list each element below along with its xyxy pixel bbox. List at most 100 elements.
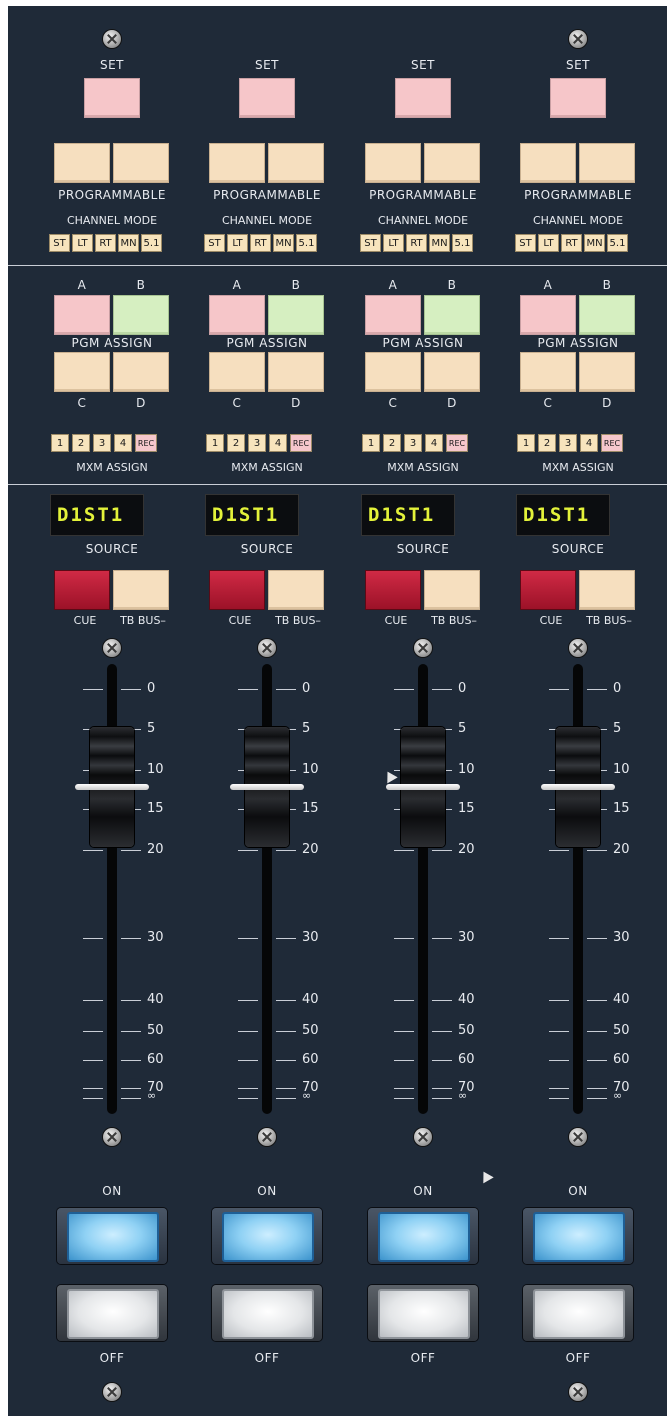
fader-scale-label: 20 <box>147 842 164 857</box>
mxm-assign-1-button[interactable]: 1 <box>51 434 69 452</box>
pgm-a-label: A <box>232 278 242 292</box>
cue-button[interactable] <box>520 570 576 610</box>
on-button[interactable] <box>212 1208 322 1264</box>
off-button[interactable] <box>368 1285 478 1341</box>
mxm-assign-4-button[interactable]: 4 <box>425 434 443 452</box>
mxm-assign-rec-button[interactable]: REC <box>135 434 157 452</box>
programmable-button-2[interactable] <box>268 143 324 183</box>
mxm-assign-2-button[interactable]: 2 <box>227 434 245 452</box>
mxm-assign-1-button[interactable]: 1 <box>517 434 535 452</box>
cue-button[interactable] <box>209 570 265 610</box>
pgm-assign-c-button[interactable] <box>209 352 265 392</box>
channel-mode-LT[interactable]: LT <box>383 234 404 252</box>
cue-button[interactable] <box>365 570 421 610</box>
programmable-button-1[interactable] <box>365 143 421 183</box>
fader-scale-label: 5 <box>458 721 467 736</box>
channel-mode-RT[interactable]: RT <box>561 234 582 252</box>
channel-mode-LT[interactable]: LT <box>227 234 248 252</box>
channel-mode-MN[interactable]: MN <box>273 234 294 252</box>
set-button[interactable] <box>239 78 295 118</box>
channel-mode-label: CHANNEL MODE <box>532 214 624 227</box>
tb-bus-button[interactable] <box>268 570 324 610</box>
channel-mode-51[interactable]: 5.1 <box>296 234 317 252</box>
programmable-button-2[interactable] <box>113 143 169 183</box>
pgm-assign-d-button[interactable] <box>424 352 480 392</box>
mxm-assign-1-button[interactable]: 1 <box>206 434 224 452</box>
off-label: OFF <box>565 1351 591 1365</box>
mxm-assign-1-button[interactable]: 1 <box>362 434 380 452</box>
pgm-assign-label: PGM ASSIGN <box>537 336 619 350</box>
channel-mode-MN[interactable]: MN <box>118 234 139 252</box>
fader-scale-label: 10 <box>458 762 475 777</box>
pgm-assign-d-button[interactable] <box>268 352 324 392</box>
off-button[interactable] <box>523 1285 633 1341</box>
tb-bus-button[interactable] <box>579 570 635 610</box>
on-button[interactable] <box>523 1208 633 1264</box>
set-label: SET <box>254 58 280 72</box>
channel-mode-MN[interactable]: MN <box>429 234 450 252</box>
mxm-assign-4-button[interactable]: 4 <box>580 434 598 452</box>
channel-mode-51[interactable]: 5.1 <box>607 234 628 252</box>
channel-mode-RT[interactable]: RT <box>95 234 116 252</box>
channel-mode-label: CHANNEL MODE <box>377 214 469 227</box>
mxm-assign-rec-button[interactable]: REC <box>601 434 623 452</box>
channel-mode-RT[interactable]: RT <box>406 234 427 252</box>
mxm-assign-4-button[interactable]: 4 <box>114 434 132 452</box>
pgm-assign-a-button[interactable] <box>520 295 576 335</box>
mxm-assign-3-button[interactable]: 3 <box>248 434 266 452</box>
fader-scale-label: 60 <box>147 1052 164 1067</box>
channel-mode-MN[interactable]: MN <box>584 234 605 252</box>
programmable-button-1[interactable] <box>54 143 110 183</box>
channel-mode-51[interactable]: 5.1 <box>452 234 473 252</box>
on-button[interactable] <box>368 1208 478 1264</box>
pgm-assign-b-button[interactable] <box>579 295 635 335</box>
pgm-assign-a-button[interactable] <box>209 295 265 335</box>
set-button[interactable] <box>84 78 140 118</box>
channel-mode-ST[interactable]: ST <box>360 234 381 252</box>
pgm-assign-d-button[interactable] <box>113 352 169 392</box>
mxm-assign-rec-button[interactable]: REC <box>446 434 468 452</box>
pgm-assign-d-button[interactable] <box>579 352 635 392</box>
off-button[interactable] <box>57 1285 167 1341</box>
mxm-assign-3-button[interactable]: 3 <box>404 434 422 452</box>
channel-mode-RT[interactable]: RT <box>250 234 271 252</box>
pgm-assign-b-button[interactable] <box>424 295 480 335</box>
pgm-assign-b-button[interactable] <box>268 295 324 335</box>
pgm-assign-c-button[interactable] <box>54 352 110 392</box>
pgm-assign-a-button[interactable] <box>365 295 421 335</box>
tb-bus-label: TB BUS– <box>120 614 166 627</box>
on-label: ON <box>413 1184 433 1198</box>
pgm-assign-c-button[interactable] <box>365 352 421 392</box>
pgm-assign-label: PGM ASSIGN <box>226 336 308 350</box>
programmable-button-2[interactable] <box>579 143 635 183</box>
channel-mode-LT[interactable]: LT <box>538 234 559 252</box>
pgm-assign-c-button[interactable] <box>520 352 576 392</box>
cue-button[interactable] <box>54 570 110 610</box>
channel-mode-ST[interactable]: ST <box>49 234 70 252</box>
set-button[interactable] <box>550 78 606 118</box>
programmable-button-2[interactable] <box>424 143 480 183</box>
pgm-assign-a-button[interactable] <box>54 295 110 335</box>
fader-scale-label: 15 <box>147 801 164 816</box>
mxm-assign-4-button[interactable]: 4 <box>269 434 287 452</box>
tb-bus-button[interactable] <box>424 570 480 610</box>
programmable-button-1[interactable] <box>209 143 265 183</box>
mxm-assign-rec-button[interactable]: REC <box>290 434 312 452</box>
channel-mode-ST[interactable]: ST <box>204 234 225 252</box>
channel-mode-ST[interactable]: ST <box>515 234 536 252</box>
fader-scale-label: 15 <box>302 801 319 816</box>
set-button[interactable] <box>395 78 451 118</box>
mxm-assign-2-button[interactable]: 2 <box>72 434 90 452</box>
off-button[interactable] <box>212 1285 322 1341</box>
pgm-assign-b-button[interactable] <box>113 295 169 335</box>
tb-bus-button[interactable] <box>113 570 169 610</box>
programmable-button-1[interactable] <box>520 143 576 183</box>
mxm-assign-3-button[interactable]: 3 <box>559 434 577 452</box>
mxm-assign-3-button[interactable]: 3 <box>93 434 111 452</box>
mxm-assign-2-button[interactable]: 2 <box>538 434 556 452</box>
mxm-assign-label: MXM ASSIGN <box>76 461 148 474</box>
on-button[interactable] <box>57 1208 167 1264</box>
mxm-assign-2-button[interactable]: 2 <box>383 434 401 452</box>
channel-mode-LT[interactable]: LT <box>72 234 93 252</box>
channel-mode-51[interactable]: 5.1 <box>141 234 162 252</box>
